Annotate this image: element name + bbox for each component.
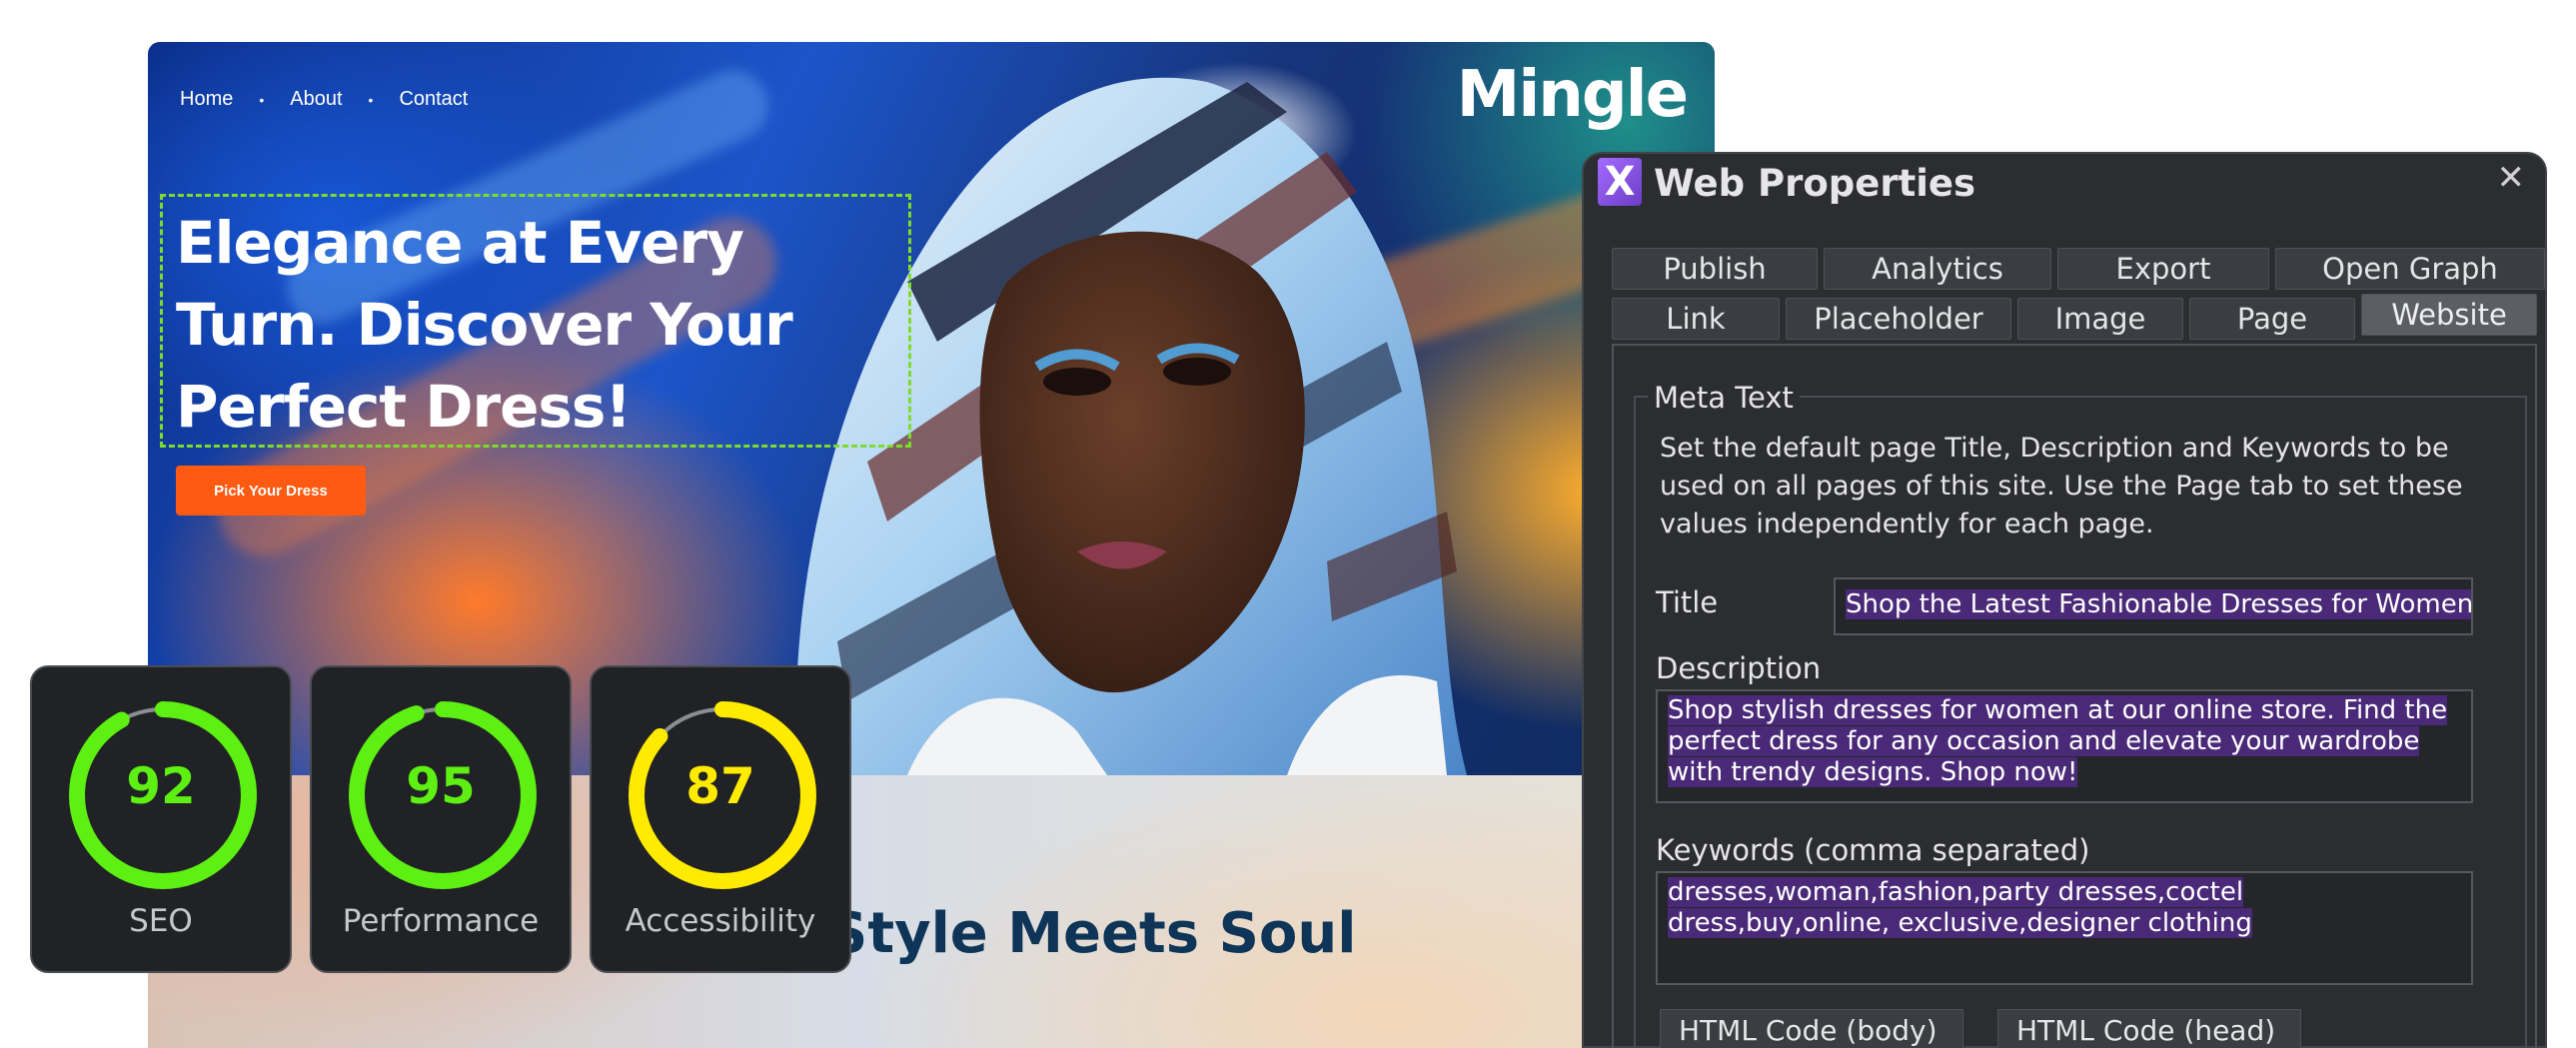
app-logo-icon: X xyxy=(1598,158,1642,206)
performance-score-label: Performance xyxy=(342,903,540,939)
accessibility-score-label: Accessibility xyxy=(625,903,816,939)
tab-website[interactable]: Website xyxy=(2361,294,2537,336)
accessibility-score-value: 87 xyxy=(685,757,755,815)
section-title: Style Meets Soul xyxy=(827,901,1357,966)
tab-publish[interactable]: Publish xyxy=(1612,248,1818,290)
tab-analytics[interactable]: Analytics xyxy=(1824,248,2051,290)
seo-score-card: 92 SEO xyxy=(30,665,292,973)
performance-score-value: 95 xyxy=(406,757,476,815)
nav-separator: • xyxy=(259,91,265,108)
description-label: Description xyxy=(1656,651,1822,685)
meta-text-help: Set the default page Title, Description … xyxy=(1660,433,2463,539)
nav-separator: • xyxy=(368,91,374,108)
tab-placeholder[interactable]: Placeholder xyxy=(1786,298,2011,340)
close-icon[interactable]: ✕ xyxy=(2497,158,2526,198)
nav-about-link[interactable]: About xyxy=(290,88,342,111)
html-code-head-button[interactable]: HTML Code (head) xyxy=(1997,1009,2301,1048)
tab-page[interactable]: Page xyxy=(2189,298,2355,340)
description-textarea[interactable]: Shop stylish dresses for women at our on… xyxy=(1656,689,2473,803)
pick-your-dress-button[interactable]: Pick Your Dress xyxy=(176,466,366,516)
html-code-body-button[interactable]: HTML Code (body) xyxy=(1660,1009,1963,1048)
nav-home-link[interactable]: Home xyxy=(180,88,233,111)
keywords-label: Keywords (comma separated) xyxy=(1656,833,2090,867)
title-input-text: Shop the Latest Fashionable Dresses for … xyxy=(1846,589,2471,619)
keywords-textarea[interactable]: dresses,woman,fashion,party dresses,coct… xyxy=(1656,871,2473,985)
tab-export[interactable]: Export xyxy=(2057,248,2269,290)
meta-text-group-label: Meta Text xyxy=(1648,381,1800,415)
performance-score-card: 95 Performance xyxy=(310,665,572,973)
keywords-textarea-text: dresses,woman,fashion,party dresses,coct… xyxy=(1668,877,2252,938)
tab-image[interactable]: Image xyxy=(2017,298,2183,340)
seo-score-value: 92 xyxy=(126,757,196,815)
title-input[interactable]: Shop the Latest Fashionable Dresses for … xyxy=(1834,577,2473,635)
dialog-title: Web Properties xyxy=(1654,162,1976,205)
site-logo[interactable]: Mingle xyxy=(1457,58,1689,132)
tab-open-graph[interactable]: Open Graph xyxy=(2275,248,2545,290)
nav-contact-link[interactable]: Contact xyxy=(399,88,468,111)
hero-headline: Elegance at Every Turn. Discover Your Pe… xyxy=(176,209,793,441)
description-textarea-text: Shop stylish dresses for women at our on… xyxy=(1668,695,2448,787)
tab-link[interactable]: Link xyxy=(1612,298,1780,340)
accessibility-score-card: 87 Accessibility xyxy=(590,665,851,973)
site-nav: Home • About • Contact xyxy=(180,88,468,111)
seo-score-label: SEO xyxy=(129,903,193,939)
web-properties-dialog: X Web Properties ✕ Publish Analytics Exp… xyxy=(1582,152,2547,1048)
title-label: Title xyxy=(1656,585,1719,619)
